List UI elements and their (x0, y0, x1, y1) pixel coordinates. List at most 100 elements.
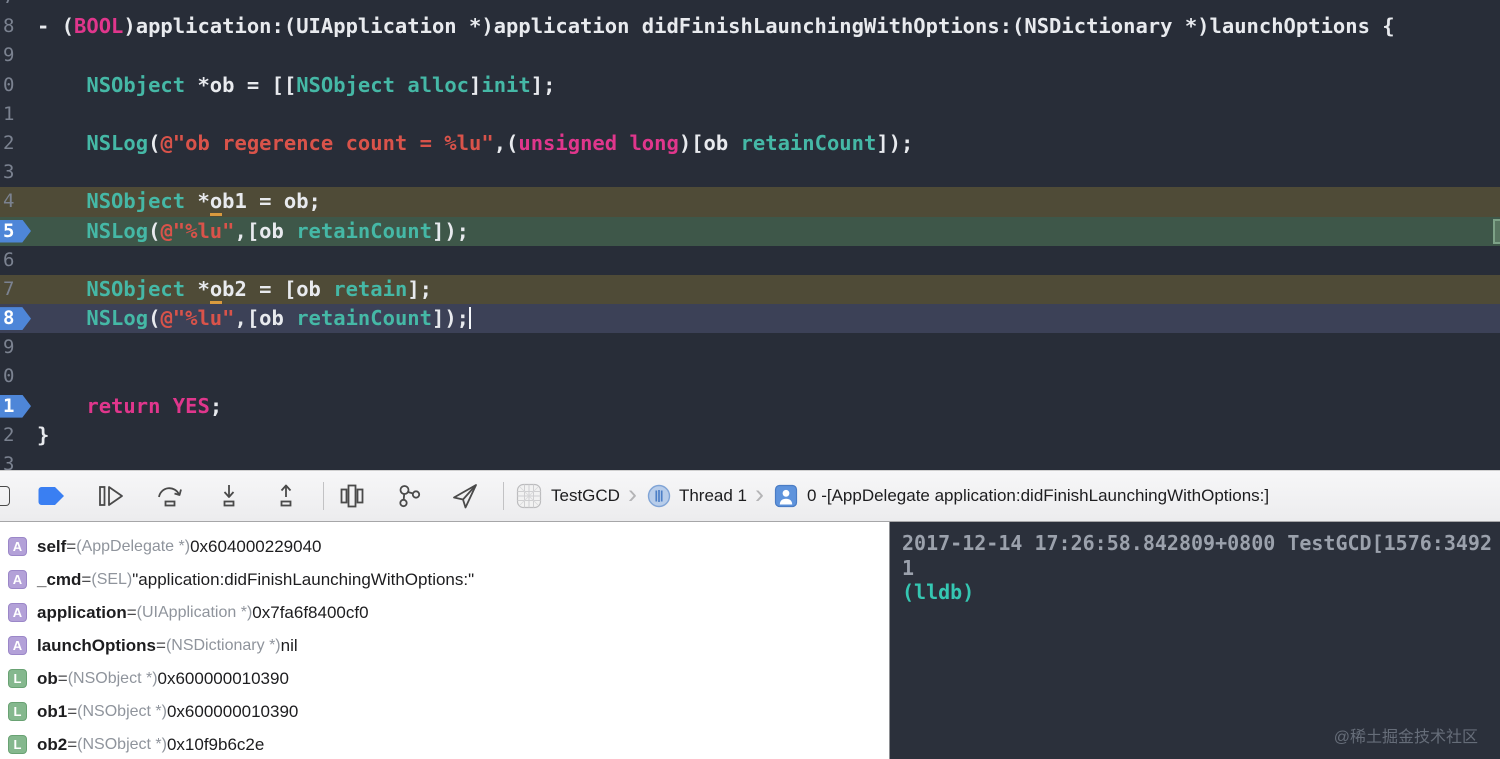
code-text[interactable]: - (BOOL)application:(UIApplication *)app… (26, 12, 1395, 41)
code-text[interactable]: NSLog(@"%lu",[ob retainCount]); (26, 304, 472, 333)
argument-badge-icon: A (8, 636, 27, 655)
code-line[interactable]: 2} (0, 421, 1500, 450)
step-into-button[interactable] (216, 483, 242, 509)
breakpoint-marker[interactable]: 5 (0, 217, 31, 246)
breadcrumb-stack-frame[interactable]: 0 -[AppDelegate application:didFinishLau… (807, 486, 1269, 506)
code-text[interactable]: NSObject *ob2 = [ob retain]; (26, 275, 432, 304)
equals-sign: = (126, 602, 137, 622)
code-text[interactable]: NSObject *ob1 = ob; (26, 187, 321, 217)
line-number[interactable]: 0 (0, 362, 26, 391)
code-line[interactable]: 0 NSObject *ob = [[NSObject alloc]init]; (0, 71, 1500, 100)
code-text[interactable] (26, 100, 37, 129)
line-number[interactable]: 7 (0, 0, 26, 12)
debug-view-hierarchy-button[interactable] (338, 482, 366, 510)
step-over-button[interactable] (155, 483, 185, 509)
variable-row[interactable]: Lob2 = (NSObject *) 0x10f9b6c2e (8, 728, 889, 759)
code-text[interactable] (26, 333, 37, 362)
local-badge-icon: L (8, 735, 27, 754)
variable-name: self (37, 536, 67, 556)
local-badge-icon: L (8, 669, 27, 688)
breakpoint-marker[interactable]: 8 (0, 304, 31, 333)
code-line[interactable]: 8 NSLog(@"%lu",[ob retainCount]); (0, 304, 1500, 334)
code-line[interactable]: 1 return YES; (0, 392, 1500, 421)
app-icon (516, 483, 542, 509)
breakpoint-marker[interactable]: 1 (0, 392, 31, 421)
line-number[interactable]: 4 (0, 187, 26, 216)
code-line[interactable]: 2 NSLog(@"ob regerence count = %lu",(uns… (0, 129, 1500, 158)
line-number[interactable]: 7 (0, 275, 26, 304)
code-line[interactable]: 7 (0, 0, 1500, 12)
line-number[interactable]: 2 (0, 421, 26, 450)
code-line[interactable]: 6 (0, 246, 1500, 275)
variables-view[interactable]: Aself = (AppDelegate *) 0x604000229040 A _… (0, 522, 889, 759)
line-number[interactable]: 8 (0, 12, 26, 41)
variable-type: (UIApplication *) (136, 603, 253, 621)
breadcrumb-process[interactable]: TestGCD (551, 486, 620, 506)
equals-sign: = (57, 668, 68, 688)
line-number[interactable]: 2 (0, 129, 26, 158)
console-log-line: 1 (902, 555, 915, 580)
argument-badge-icon: A (8, 570, 27, 589)
stack-frame-icon (774, 484, 798, 508)
text-cursor (469, 307, 472, 330)
memory-graph-button[interactable] (395, 482, 423, 510)
code-line[interactable]: 3 (0, 450, 1500, 470)
line-number[interactable]: 6 (0, 246, 26, 275)
step-out-button[interactable] (273, 483, 299, 509)
variable-type: (NSObject *) (77, 735, 167, 753)
code-editor[interactable]: 78- (BOOL)application:(UIApplication *)a… (0, 0, 1500, 470)
equals-sign: = (81, 569, 92, 589)
line-number[interactable]: 3 (0, 450, 26, 470)
variable-row[interactable]: Aapplication = (UIApplication *) 0x7fa6f… (8, 596, 889, 629)
code-line[interactable]: 1 (0, 100, 1500, 129)
code-text[interactable] (26, 158, 37, 187)
code-text[interactable] (26, 362, 37, 391)
breadcrumb-thread[interactable]: Thread 1 (679, 486, 747, 506)
simulate-location-button[interactable] (451, 482, 479, 510)
code-line[interactable]: 3 (0, 158, 1500, 187)
code-text[interactable] (26, 450, 37, 470)
variable-row[interactable]: Lob1 = (NSObject *) 0x600000010390 (8, 695, 889, 728)
argument-badge-icon: A (8, 537, 27, 556)
code-text[interactable] (26, 0, 37, 12)
code-text[interactable] (26, 41, 37, 70)
code-line[interactable]: 7 NSObject *ob2 = [ob retain]; (0, 274, 1500, 305)
code-line[interactable]: 0 (0, 362, 1500, 391)
code-text[interactable]: NSObject *ob = [[NSObject alloc]init]; (26, 71, 555, 100)
variable-row[interactable]: AlaunchOptions = (NSDictionary *) nil (8, 629, 889, 662)
line-number[interactable]: 9 (0, 41, 26, 70)
breakpoints-toggle-button[interactable] (37, 485, 67, 507)
partial-edge-button-button[interactable] (0, 486, 10, 506)
code-text[interactable]: return YES; (26, 392, 222, 421)
line-number[interactable]: 3 (0, 158, 26, 187)
chevron-right-icon: › (755, 478, 765, 509)
line-number[interactable]: 0 (0, 71, 26, 100)
code-line[interactable]: 8- (BOOL)application:(UIApplication *)ap… (0, 12, 1500, 41)
code-text[interactable]: NSLog(@"ob regerence count = %lu",(unsig… (26, 129, 913, 158)
variable-row[interactable]: A _cmd = (SEL) "application:didFinishLaun… (8, 563, 889, 596)
code-line[interactable]: 9 (0, 41, 1500, 70)
line-number[interactable]: 1 (0, 100, 26, 129)
code-text[interactable]: } (26, 421, 49, 450)
variable-row[interactable]: Lob = (NSObject *) 0x600000010390 (8, 662, 889, 695)
argument-badge-icon: A (8, 603, 27, 622)
local-badge-icon: L (8, 702, 27, 721)
continue-execution-button[interactable] (96, 483, 126, 509)
debug-area: Aself = (AppDelegate *) 0x604000229040 A _… (0, 522, 1500, 759)
line-number[interactable]: 9 (0, 333, 26, 362)
variable-name: _cmd (37, 569, 82, 589)
code-line[interactable]: 5 NSLog(@"%lu",[ob retainCount]); (0, 216, 1500, 246)
thread-icon (647, 484, 671, 508)
code-line[interactable]: 9 (0, 333, 1500, 362)
code-text[interactable]: NSLog(@"%lu",[ob retainCount]); (26, 217, 469, 246)
debug-toolbar: TestGCD › Thread 1 › 0 -[AppDelegate app… (0, 470, 1500, 522)
variable-type: (NSObject *) (77, 702, 167, 720)
console-output[interactable]: 2017-12-14 17:26:58.842809+0800 TestGCD[… (889, 522, 1500, 759)
breakpoint-hit-indicator (1493, 218, 1500, 244)
lldb-prompt: (lldb) (902, 580, 987, 605)
variable-row[interactable]: Aself = (AppDelegate *) 0x604000229040 (8, 530, 889, 563)
toolbar-separator (503, 482, 504, 510)
code-line[interactable]: 4 NSObject *ob1 = ob; (0, 187, 1500, 217)
variable-value: 0x604000229040 (190, 536, 322, 556)
code-text[interactable] (26, 246, 37, 275)
